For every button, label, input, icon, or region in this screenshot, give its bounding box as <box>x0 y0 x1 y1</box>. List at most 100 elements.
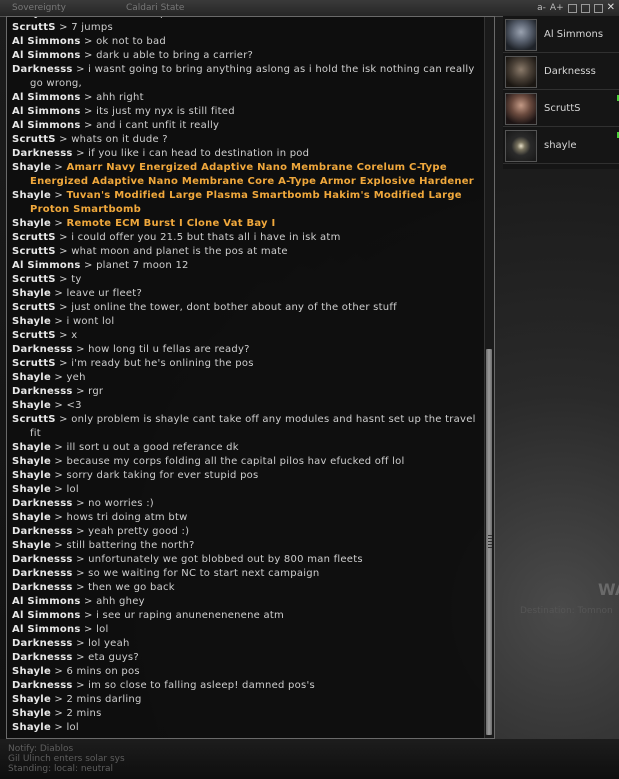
message-sender[interactable]: Shayle <box>12 722 51 733</box>
message-sender[interactable]: ScruttS <box>12 358 56 369</box>
scrollbar-thumb[interactable] <box>486 349 492 735</box>
message-separator: > <box>72 638 89 649</box>
settings-menu-icon[interactable] <box>580 3 590 13</box>
chat-message: Darknesss > so we waiting for NC to star… <box>12 567 484 581</box>
message-separator: > <box>55 414 72 425</box>
message-sender[interactable]: Darknesss <box>12 652 73 663</box>
top-bar-left-text: Sovereignty <box>12 3 66 13</box>
item-link[interactable]: Remote ECM Burst I Clone Vat Bay I <box>67 218 276 229</box>
message-sender[interactable]: Al Simmons <box>12 36 81 47</box>
pilot-portrait[interactable] <box>505 56 537 88</box>
message-sender[interactable]: ScruttS <box>12 134 56 145</box>
message-separator: > <box>51 456 67 467</box>
member-name[interactable]: Al Simmons <box>544 17 603 53</box>
message-sender[interactable]: Shayle <box>12 666 51 677</box>
message-sender[interactable]: Shayle <box>12 484 51 495</box>
chat-message: Shayle > 2 mins <box>12 707 484 721</box>
chat-message: Darknesss > i wasnt going to bring anyth… <box>12 63 484 91</box>
chat-message: ScruttS > i'm ready but he's onlining th… <box>12 357 484 371</box>
message-sender[interactable]: Darknesss <box>12 344 73 355</box>
item-link[interactable]: Tuvan's Modified Large Plasma Smartbomb … <box>30 190 462 215</box>
chat-message: Shayle > leave ur fleet? <box>12 287 484 301</box>
chat-message: Al Simmons > i see ur raping anunenenene… <box>12 609 484 623</box>
message-sender[interactable]: Al Simmons <box>12 596 81 607</box>
message-sender[interactable]: Al Simmons <box>12 50 81 61</box>
message-text: lol <box>96 624 109 635</box>
message-sender[interactable]: Darknesss <box>12 64 73 75</box>
message-sender[interactable]: Darknesss <box>12 386 73 397</box>
message-sender[interactable]: Shayle <box>12 190 51 201</box>
font-increase-button[interactable]: A+ <box>550 0 564 16</box>
member-name[interactable]: ScruttS <box>544 91 580 127</box>
message-sender[interactable]: Al Simmons <box>12 610 81 621</box>
message-sender[interactable]: Al Simmons <box>12 624 81 635</box>
font-decrease-button[interactable]: a- <box>537 0 546 16</box>
message-separator: > <box>80 36 97 47</box>
message-sender[interactable]: Darknesss <box>12 148 73 159</box>
pilot-portrait[interactable] <box>505 93 537 125</box>
message-sender[interactable]: Al Simmons <box>12 260 81 271</box>
message-sender[interactable]: Shayle <box>12 456 51 467</box>
message-sender[interactable]: Darknesss <box>12 526 73 537</box>
item-link[interactable]: Amarr Navy Energized Adaptive Nano Membr… <box>30 162 474 187</box>
chat-message: ScruttS > ty <box>12 273 484 287</box>
message-separator: > <box>55 330 72 341</box>
message-sender[interactable]: ScruttS <box>12 246 56 257</box>
message-sender[interactable]: Shayle <box>12 512 51 523</box>
message-sender[interactable]: ScruttS <box>12 22 56 33</box>
message-sender[interactable]: Shayle <box>12 218 51 229</box>
chat-message: Shayle > 2 mins darling <box>12 693 484 707</box>
message-text: sorry dark taking for ever stupid pos <box>66 470 259 481</box>
chat-message: Shayle > i wont lol <box>12 315 484 329</box>
member-name[interactable]: Darknesss <box>544 54 596 90</box>
message-sender[interactable]: Darknesss <box>12 582 73 593</box>
message-sender[interactable]: Shayle <box>12 470 51 481</box>
message-sender[interactable]: ScruttS <box>12 330 56 341</box>
chat-message: ScruttS > just online the tower, dont bo… <box>12 301 484 315</box>
top-bar-mid-text: Caldari State <box>126 3 185 13</box>
message-sender[interactable]: Shayle <box>12 540 51 551</box>
message-sender[interactable]: ScruttS <box>12 414 56 425</box>
message-sender[interactable]: Shayle <box>12 17 51 19</box>
chat-message: Darknesss > how long til u fellas are re… <box>12 343 484 357</box>
chat-message: ScruttS > what moon and planet is the po… <box>12 245 484 259</box>
message-sender[interactable]: ScruttS <box>12 274 56 285</box>
notification-line: Gil Ulinch enters solar sys <box>8 754 125 764</box>
message-separator: > <box>72 526 89 537</box>
message-sender[interactable]: Shayle <box>12 694 51 705</box>
chat-scrollbar[interactable] <box>484 17 494 738</box>
message-sender[interactable]: Shayle <box>12 288 51 299</box>
chat-message: Darknesss > im so close to falling aslee… <box>12 679 484 693</box>
message-sender[interactable]: Darknesss <box>12 680 73 691</box>
message-sender[interactable]: Darknesss <box>12 554 73 565</box>
message-sender[interactable]: Shayle <box>12 442 51 453</box>
message-sender[interactable]: Al Simmons <box>12 120 81 131</box>
chat-window: Shayle > eta on those isalopes? ScruttS >… <box>6 16 495 739</box>
message-separator: > <box>72 568 89 579</box>
pilot-portrait[interactable] <box>505 19 537 51</box>
member-entry[interactable]: shayle <box>503 128 619 164</box>
message-list: Shayle > eta on those isalopes? ScruttS >… <box>12 17 484 735</box>
message-sender[interactable]: Shayle <box>12 162 51 173</box>
message-sender[interactable]: Darknesss <box>12 498 73 509</box>
message-sender[interactable]: ScruttS <box>12 302 56 313</box>
list-view-icon[interactable] <box>567 3 577 13</box>
message-sender[interactable]: Shayle <box>12 316 51 327</box>
message-sender[interactable]: Darknesss <box>12 638 73 649</box>
message-sender[interactable]: Al Simmons <box>12 106 81 117</box>
minimize-icon[interactable] <box>593 3 603 13</box>
member-name[interactable]: shayle <box>544 128 577 164</box>
message-sender[interactable]: ScruttS <box>12 232 56 243</box>
message-sender[interactable]: Shayle <box>12 708 51 719</box>
member-entry[interactable]: Darknesss <box>503 54 619 90</box>
pilot-portrait[interactable] <box>505 130 537 162</box>
scrollbar-grip-icon <box>488 535 492 550</box>
member-entry[interactable]: Al Simmons <box>503 17 619 53</box>
message-sender[interactable]: Al Simmons <box>12 92 81 103</box>
message-sender[interactable]: Darknesss <box>12 568 73 579</box>
message-sender[interactable]: Shayle <box>12 400 51 411</box>
close-icon[interactable]: ✕ <box>607 0 615 16</box>
member-entry[interactable]: ScruttS <box>503 91 619 127</box>
message-separator: > <box>51 400 67 411</box>
message-sender[interactable]: Shayle <box>12 372 51 383</box>
